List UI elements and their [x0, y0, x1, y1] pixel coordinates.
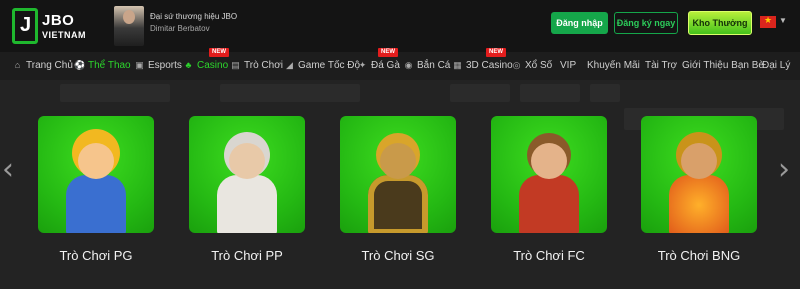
nav-item-cockfight[interactable]: ✦ Đá Gà [357, 60, 400, 71]
nav-label: Trang Chủ [26, 60, 73, 71]
rooster-icon: ✦ [358, 60, 367, 70]
nav-label: Trò Chơi [244, 60, 283, 71]
fish-icon: ◉ [404, 60, 413, 70]
nav-label: Đá Gà [371, 60, 400, 71]
jbo-logo[interactable]: J JBO VIETNAM [12, 8, 92, 44]
home-icon: ⌂ [14, 60, 21, 70]
blonde-hero-boy-image [58, 133, 134, 233]
nav-item-agent[interactable]: Đại Lý [762, 60, 790, 71]
logo-brand: JBO [42, 12, 75, 29]
ambassador-title: Đại sứ thương hiệu JBO [150, 12, 238, 21]
nav-label: Casino [197, 60, 229, 71]
nav-item-home[interactable]: ⌂ Trang Chủ [12, 60, 73, 71]
game-card-label[interactable]: Trò Chơi PP [189, 248, 305, 263]
background-row [590, 84, 620, 102]
chevron-down-icon[interactable]: ▼ [779, 16, 787, 25]
nav-item-vip[interactable]: VIP [560, 60, 576, 71]
slot-machine-icon: ▤ [231, 60, 240, 70]
new-badge: NEW [378, 48, 398, 57]
vietnam-flag-icon[interactable] [760, 15, 776, 28]
nav-label: Game Tốc Độ [298, 60, 361, 71]
logo-mark: J [12, 8, 38, 44]
game-card-label[interactable]: Trò Chơi SG [340, 248, 456, 263]
zeus-image [209, 133, 285, 233]
game-card-fc[interactable] [491, 116, 607, 233]
nav-item-lottery[interactable]: ◎ Xổ Số [511, 60, 553, 71]
nav-item-fishing[interactable]: ◉ Bắn Cá [403, 60, 451, 71]
gamepad-icon: ▣ [135, 60, 144, 70]
casino-icon: ♣ [185, 60, 192, 70]
ambassador-banner[interactable]: Đại sứ thương hiệu JBO Dimitar Berbatov [106, 6, 306, 46]
game-card-bng[interactable] [641, 116, 757, 233]
game-card-label[interactable]: Trò Chơi BNG [641, 248, 757, 263]
background-row [520, 84, 580, 102]
3d-casino-icon: ▦ [453, 60, 462, 70]
ambassador-photo [114, 6, 144, 46]
nav-label: Bắn Cá [417, 60, 451, 71]
nav-item-3d-casino[interactable]: ▦ 3D Casino [452, 60, 513, 71]
nav-label: 3D Casino [466, 60, 513, 71]
lottery-icon: ◎ [512, 60, 521, 70]
game-card-pp[interactable] [189, 116, 305, 233]
new-badge: NEW [209, 48, 229, 57]
main-nav: ⌂ Trang Chủ ⚽ Thể Thao ▣ Esports ♣ Casino ▤ T… [0, 52, 800, 80]
register-button[interactable]: Đăng ký ngay [614, 12, 678, 34]
logo-sub: VIETNAM [42, 30, 86, 40]
background-row [60, 84, 170, 102]
nav-label: Thể Thao [88, 60, 131, 71]
nav-item-speed-games[interactable]: ◢ Game Tốc Độ [284, 60, 360, 71]
game-card-pg[interactable] [38, 116, 154, 233]
chevron-left-icon[interactable]: ‹ [2, 155, 14, 185]
monkey-king-image [511, 133, 587, 233]
speed-game-icon: ◢ [286, 60, 293, 70]
ambassador-name: Dimitar Berbatov [150, 24, 210, 33]
login-button[interactable]: Đăng nhập [551, 12, 608, 34]
game-card-label[interactable]: Trò Chơi FC [491, 248, 607, 263]
nav-item-esports[interactable]: ▣ Esports [134, 60, 182, 71]
golden-knight-image [360, 133, 436, 233]
nav-label: Xổ Số [525, 60, 553, 71]
chevron-right-icon[interactable]: › [778, 155, 790, 185]
soccer-ball-icon: ⚽ [74, 60, 86, 70]
nav-item-games[interactable]: ▤ Trò Chơi [230, 60, 283, 71]
treasure-button[interactable]: Kho Thưởng [688, 11, 752, 35]
new-badge: NEW [486, 48, 506, 57]
nav-label: Esports [148, 60, 182, 71]
nav-item-sponsorship[interactable]: Tài Trợ [645, 60, 677, 71]
egyptian-queen-image [661, 133, 737, 233]
game-card-label[interactable]: Trò Chơi PG [38, 248, 154, 263]
nav-item-sports[interactable]: ⚽ Thể Thao [74, 60, 131, 71]
nav-item-referral[interactable]: Giới Thiệu Bạn Bè [682, 60, 764, 71]
background-row [220, 84, 360, 102]
game-card-sg[interactable] [340, 116, 456, 233]
nav-item-promotions[interactable]: Khuyến Mãi [587, 60, 640, 71]
background-row [450, 84, 510, 102]
nav-item-casino[interactable]: ♣ Casino [183, 60, 229, 71]
top-header: J JBO VIETNAM Đại sứ thương hiệu JBO Dim… [0, 0, 800, 52]
